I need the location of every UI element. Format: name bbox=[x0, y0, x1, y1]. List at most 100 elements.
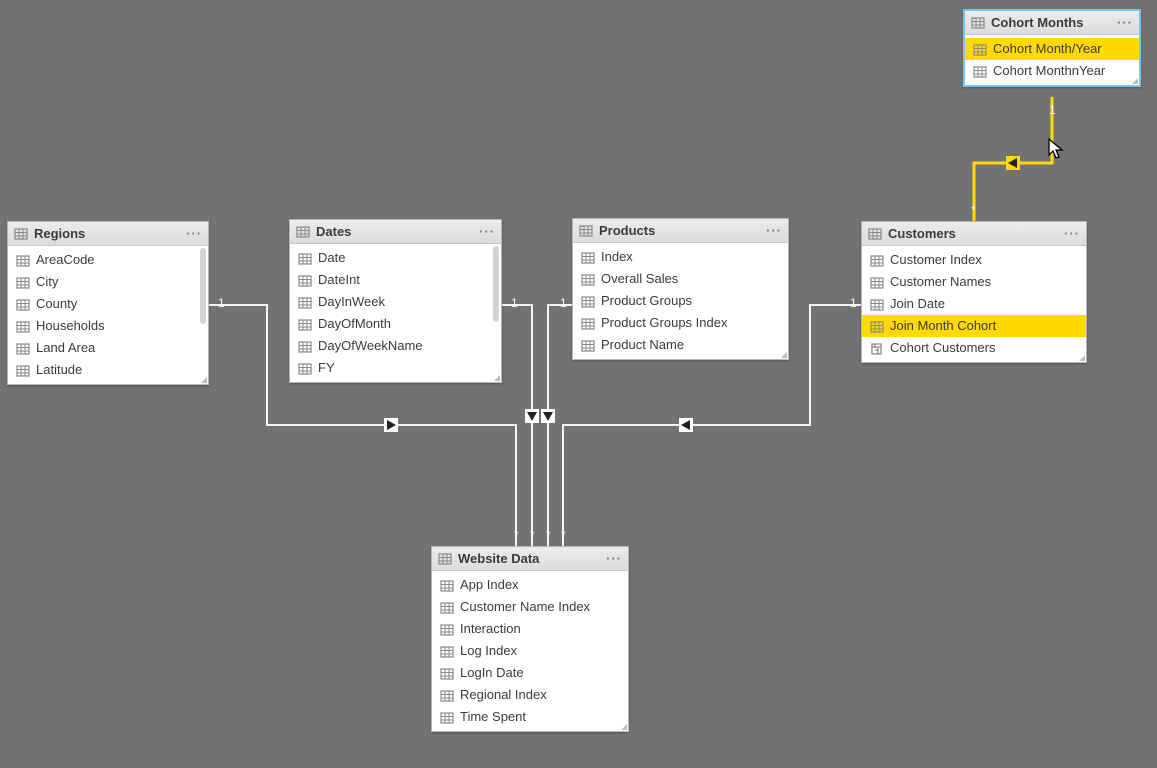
field-websiteData-3[interactable]: Log Index bbox=[432, 640, 628, 662]
resize-handle[interactable] bbox=[1132, 78, 1138, 84]
field-label: Land Area bbox=[36, 339, 95, 357]
field-products-0[interactable]: Index bbox=[573, 246, 788, 268]
field-dates-2[interactable]: DayInWeek bbox=[290, 291, 501, 313]
field-dates-1[interactable]: DateInt bbox=[290, 269, 501, 291]
resize-handle[interactable] bbox=[494, 375, 500, 381]
column-icon bbox=[973, 43, 987, 55]
column-icon bbox=[16, 364, 30, 376]
table-menu-icon[interactable]: ··· bbox=[606, 551, 622, 566]
rel-website-star4: * bbox=[561, 528, 566, 542]
column-icon bbox=[298, 362, 312, 374]
field-label: DayInWeek bbox=[318, 293, 385, 311]
field-label: DayOfMonth bbox=[318, 315, 391, 333]
field-label: City bbox=[36, 273, 58, 291]
field-customers-3[interactable]: Join Month Cohort bbox=[862, 315, 1086, 337]
table-body: App Index Customer Name Index Interaction L… bbox=[432, 571, 628, 731]
field-label: Households bbox=[36, 317, 105, 335]
column-icon bbox=[16, 254, 30, 266]
table-header[interactable]: Website Data ··· bbox=[432, 547, 628, 571]
field-customers-1[interactable]: Customer Names bbox=[862, 271, 1086, 293]
table-header[interactable]: Dates··· bbox=[290, 220, 501, 244]
column-icon bbox=[440, 601, 454, 613]
table-icon bbox=[579, 225, 593, 237]
field-customers-4[interactable]: Cohort Customers bbox=[862, 337, 1086, 359]
rel-cohort-one: 1 bbox=[1049, 103, 1056, 117]
table-menu-icon[interactable]: ··· bbox=[766, 223, 782, 238]
field-dates-5[interactable]: FY bbox=[290, 357, 501, 379]
resize-handle[interactable] bbox=[781, 352, 787, 358]
table-regions[interactable]: Regions··· AreaCode City County Households La… bbox=[7, 221, 209, 385]
column-icon bbox=[16, 342, 30, 354]
table-cohortMonths[interactable]: Cohort Months··· Cohort Month/Year Cohort … bbox=[963, 9, 1141, 87]
table-customers[interactable]: Customers ··· Customer Index Customer Names… bbox=[861, 221, 1087, 363]
field-label: Customer Names bbox=[890, 273, 991, 291]
field-dates-3[interactable]: DayOfMonth bbox=[290, 313, 501, 335]
field-label: Regional Index bbox=[460, 686, 547, 704]
field-regions-3[interactable]: Households bbox=[8, 315, 208, 337]
table-header[interactable]: Cohort Months··· bbox=[965, 11, 1139, 35]
field-cohortMonths-0[interactable]: Cohort Month/Year bbox=[965, 38, 1139, 60]
field-label: DayOfWeekName bbox=[318, 337, 423, 355]
field-label: Interaction bbox=[460, 620, 521, 638]
column-icon bbox=[298, 252, 312, 264]
measure-icon bbox=[870, 342, 884, 354]
table-dates[interactable]: Dates···DateDateIntDayInWeekDayOfMonthDa… bbox=[289, 219, 502, 383]
column-icon bbox=[440, 667, 454, 679]
field-regions-5[interactable]: Latitude bbox=[8, 359, 208, 381]
field-websiteData-1[interactable]: Customer Name Index bbox=[432, 596, 628, 618]
column-icon bbox=[298, 340, 312, 352]
field-label: Date bbox=[318, 249, 345, 267]
field-label: Join Date bbox=[890, 295, 945, 313]
column-icon bbox=[440, 579, 454, 591]
field-websiteData-6[interactable]: Time Spent bbox=[432, 706, 628, 728]
field-customers-2[interactable]: Join Date bbox=[862, 293, 1086, 315]
field-dates-0[interactable]: Date bbox=[290, 247, 501, 269]
field-products-4[interactable]: Product Name bbox=[573, 334, 788, 356]
mouse-cursor-icon bbox=[1048, 138, 1064, 160]
column-icon bbox=[581, 295, 595, 307]
table-header[interactable]: Customers ··· bbox=[862, 222, 1086, 246]
table-menu-icon[interactable]: ··· bbox=[1064, 226, 1080, 241]
resize-handle[interactable] bbox=[201, 377, 207, 383]
table-menu-icon[interactable]: ··· bbox=[186, 226, 202, 241]
field-label: Cohort Month/Year bbox=[993, 40, 1102, 58]
resize-handle[interactable] bbox=[621, 724, 627, 730]
table-menu-icon[interactable]: ··· bbox=[479, 224, 495, 239]
table-products[interactable]: Products···IndexOverall SalesProduct Gro… bbox=[572, 218, 789, 360]
column-icon bbox=[440, 689, 454, 701]
scrollbar[interactable] bbox=[493, 246, 499, 322]
rel-dates-one: 1 bbox=[511, 296, 518, 310]
table-body: Customer Index Customer Names Join Date Joi… bbox=[862, 246, 1086, 362]
field-regions-1[interactable]: City bbox=[8, 271, 208, 293]
field-products-1[interactable]: Overall Sales bbox=[573, 268, 788, 290]
table-header[interactable]: Regions··· bbox=[8, 222, 208, 246]
field-regions-2[interactable]: County bbox=[8, 293, 208, 315]
field-cohortMonths-1[interactable]: Cohort MonthnYear bbox=[965, 60, 1139, 82]
rel-customers-star: * bbox=[971, 203, 976, 217]
field-regions-4[interactable]: Land Area bbox=[8, 337, 208, 359]
field-customers-0[interactable]: Customer Index bbox=[862, 249, 1086, 271]
field-regions-0[interactable]: AreaCode bbox=[8, 249, 208, 271]
table-header[interactable]: Products··· bbox=[573, 219, 788, 243]
table-menu-icon[interactable]: ··· bbox=[1117, 15, 1133, 30]
table-icon bbox=[438, 553, 452, 565]
column-icon bbox=[298, 296, 312, 308]
field-websiteData-4[interactable]: LogIn Date bbox=[432, 662, 628, 684]
field-websiteData-2[interactable]: Interaction bbox=[432, 618, 628, 640]
field-products-3[interactable]: Product Groups Index bbox=[573, 312, 788, 334]
field-label: Cohort MonthnYear bbox=[993, 62, 1105, 80]
field-websiteData-5[interactable]: Regional Index bbox=[432, 684, 628, 706]
field-label: App Index bbox=[460, 576, 519, 594]
table-websiteData[interactable]: Website Data ··· App Index Customer Name In… bbox=[431, 546, 629, 732]
field-dates-4[interactable]: DayOfWeekName bbox=[290, 335, 501, 357]
table-title: Customers bbox=[888, 226, 1058, 241]
resize-handle[interactable] bbox=[1079, 355, 1085, 361]
table-title: Website Data bbox=[458, 551, 600, 566]
scrollbar[interactable] bbox=[200, 248, 206, 324]
field-products-2[interactable]: Product Groups bbox=[573, 290, 788, 312]
field-label: Log Index bbox=[460, 642, 517, 660]
field-websiteData-0[interactable]: App Index bbox=[432, 574, 628, 596]
table-body: Date DateInt DayInWeek DayOfMonth DayOfWeekN… bbox=[290, 244, 501, 382]
field-label: LogIn Date bbox=[460, 664, 524, 682]
column-icon bbox=[440, 711, 454, 723]
